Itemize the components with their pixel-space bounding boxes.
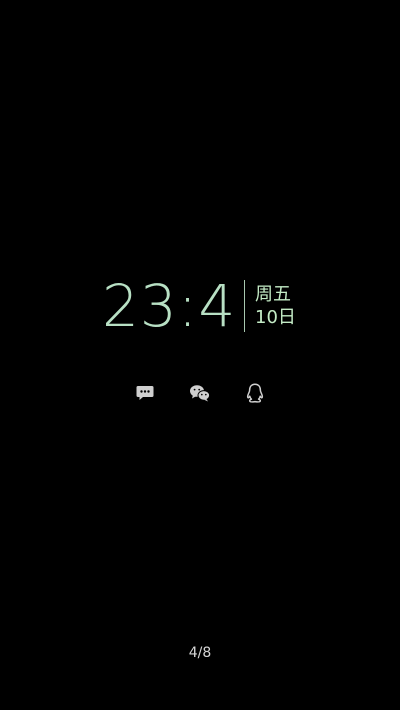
weekday-label: 周五 [255, 284, 291, 305]
notification-icons [132, 380, 268, 406]
qq-icon[interactable] [242, 380, 268, 406]
page-indicator: 4/8 [188, 645, 212, 661]
wechat-icon[interactable] [187, 380, 213, 406]
day-label: 10日 [255, 307, 296, 328]
date-block: 周五 10日 [255, 283, 296, 329]
clock-time: 23:45 [102, 278, 236, 334]
message-icon[interactable] [132, 380, 158, 406]
clock-divider [244, 280, 245, 332]
clock-widget: 23:45 周五 10日 [102, 278, 296, 334]
